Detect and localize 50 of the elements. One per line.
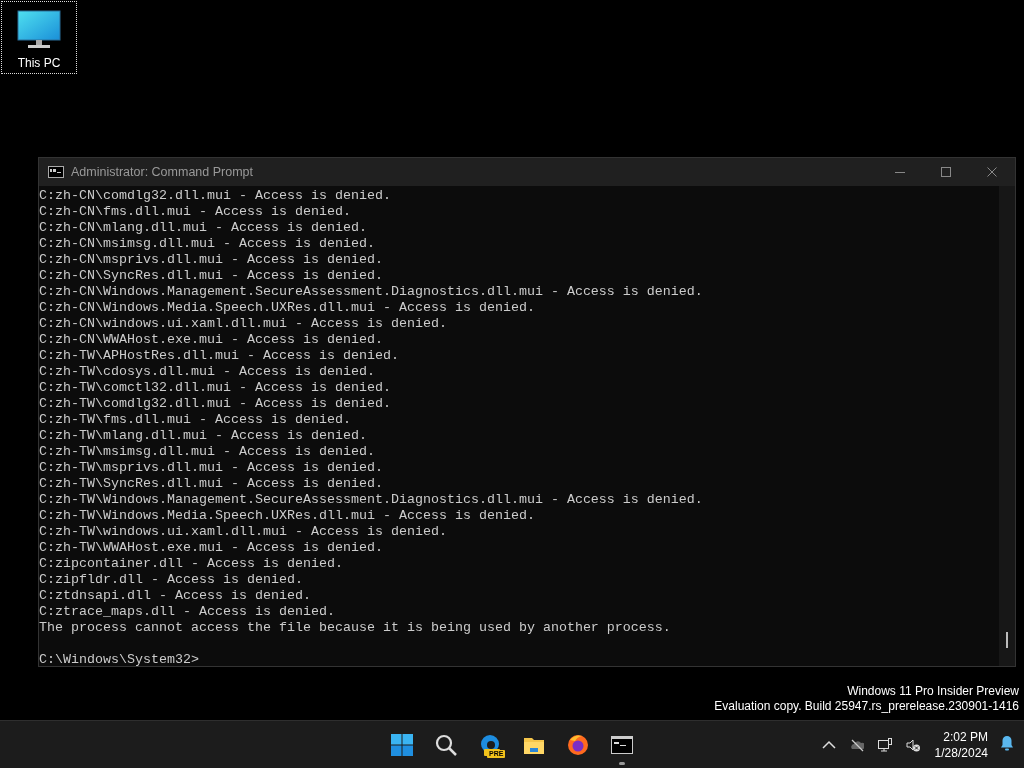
console-line: C:zh-TW\Windows.Management.SecureAssessment.Diagnostics.dll.mui - Access is denied. [39,492,703,507]
console-line: The process cannot access the file because it is being used by another process. [39,620,671,635]
watermark-text: Windows 11 Pro Insider Preview [847,684,1019,699]
console-line: C:ztdnsapi.dll - Access is denied. [39,588,311,603]
window-title: Administrator: Command Prompt [71,165,254,179]
fox-browser-icon [567,733,589,756]
watermark-text: Evaluation copy. Build 25947.rs_prerelease.230901-1416 [714,699,1019,714]
running-indicator [619,762,625,765]
console-line: C:zh-CN\msimsg.dll.mui - Access is denied. [39,236,375,251]
browser-icon [479,733,501,756]
console-line: C:zh-TW\SyncRes.dll.mui - Access is denied. [39,476,383,491]
desktop-icon[interactable]: This PC [1,1,77,74]
console-line: C:zh-CN\comdlg32.dll.mui - Access is denied. [39,188,391,203]
console-line: C:zh-TW\cdosys.dll.mui - Access is denied. [39,364,375,379]
cloud-icon[interactable] [849,737,864,752]
clock[interactable]: 2:02 PM 1/28/2024 [926,728,996,761]
console-line: C:zh-CN\fms.dll.mui - Access is denied. [39,204,351,219]
close-icon [987,167,997,177]
console-line: C:zh-CN\WWAHost.exe.mui - Access is denied. [39,332,383,347]
scrollbar[interactable] [999,186,1015,666]
bell-icon[interactable] [1000,734,1014,751]
windows-logo-icon [391,733,413,756]
console-line: C:zh-CN\Windows.Media.Speech.UXRes.dll.mui - Access is denied. [39,300,535,315]
scrollbar-thumb[interactable] [1006,632,1008,648]
console-line: C:zh-CN\mlang.dll.mui - Access is denied. [39,220,367,235]
console-line: C:zh-CN\windows.ui.xaml.dll.mui - Access is denied. [39,316,447,331]
console-line: C:zh-CN\SyncRes.dll.mui - Access is denied. [39,268,383,283]
console-line: C:ztrace_maps.dll - Access is denied. [39,604,335,619]
command-prompt: C:\Windows\System32> [39,652,199,667]
console-line: C:zipcontainer.dll - Access is denied. [39,556,343,571]
console-line: C:zh-TW\mlang.dll.mui - Access is denied. [39,428,367,443]
console-line: C:zipfldr.dll - Access is denied. [39,572,303,587]
speaker-muted-icon[interactable] [905,737,920,752]
console-line: C:zh-TW\WWAHost.exe.mui - Access is denied. [39,540,383,555]
console-line: C:zh-TW\windows.ui.xaml.dll.mui - Access is denied. [39,524,447,539]
console-line: C:zh-TW\msprivs.dll.mui - Access is denied. [39,460,383,475]
console-line: C:zh-TW\fms.dll.mui - Access is denied. [39,412,351,427]
console-line: C:zh-TW\comdlg32.dll.mui - Access is denied. [39,396,391,411]
search-icon [435,733,457,756]
monitor-icon[interactable] [877,737,892,752]
console-line: C:zh-CN\Windows.Management.SecureAssessment.Diagnostics.dll.mui - Access is denied. [39,284,703,299]
terminal-icon [611,733,633,756]
monitor-icon [17,10,61,50]
console-line: C:zh-TW\comctl32.dll.mui - Access is denied. [39,380,391,395]
console-line: C:zh-CN\msprivs.dll.mui - Access is denied. [39,252,383,267]
maximize-icon [941,167,951,177]
console-line: C:zh-TW\Windows.Media.Speech.UXRes.dll.mui - Access is denied. [39,508,535,523]
terminal-icon [48,166,64,178]
console-line: C:zh-TW\msimsg.dll.mui - Access is denied. [39,444,375,459]
console-line: C:zh-TW\APHostRes.dll.mui - Access is denied. [39,348,399,363]
